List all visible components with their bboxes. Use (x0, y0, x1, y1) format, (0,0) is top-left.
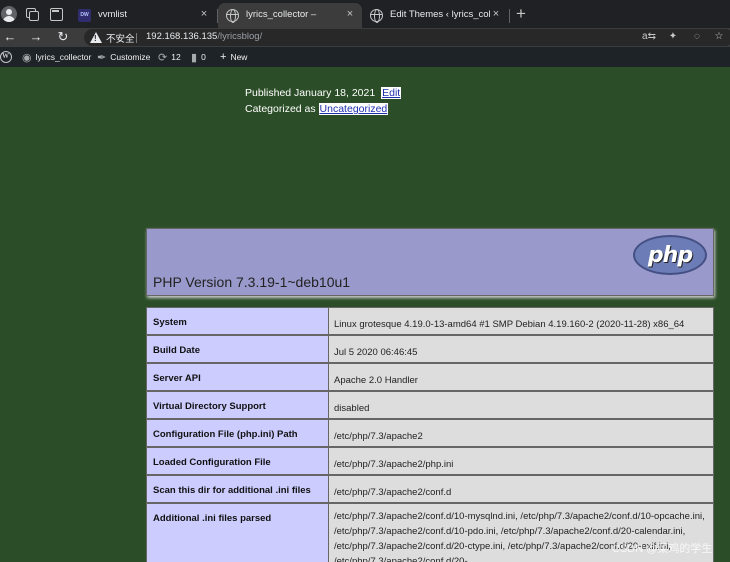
browser-toolbar: ← → ↻ 不安全 192.168.136.135/lyricsblog/ a⇆… (0, 28, 730, 47)
row-label: Additional .ini files parsed (146, 503, 329, 562)
url-text[interactable]: 192.168.136.135/lyricsblog/ (146, 31, 262, 42)
php-logo[interactable]: php (633, 235, 707, 275)
published-prefix: Published (245, 87, 292, 99)
url-path: /lyricsblog/ (217, 31, 263, 42)
row-label: Loaded Configuration File (146, 447, 329, 475)
table-row: Build Date Jul 5 2020 06:46:45 (146, 335, 714, 363)
category-link[interactable]: Uncategorized (318, 103, 389, 115)
tab-divider (509, 9, 510, 23)
home-gauge-icon: ◉ (22, 51, 32, 64)
tab-lyrics-collector[interactable]: lyrics_collector – × (218, 3, 362, 28)
globe-favicon-icon (370, 9, 383, 23)
dvwa-favicon-icon (78, 9, 91, 22)
close-tab-icon[interactable]: × (344, 8, 356, 21)
extension-icon[interactable]: ✦ (666, 31, 680, 42)
row-value: disabled (329, 391, 714, 419)
row-value: /etc/php/7.3/apache2 (329, 419, 714, 447)
row-label: Scan this dir for additional .ini files (146, 475, 329, 503)
browser-tab-strip: vvmlist × lyrics_collector – × Edit Them… (0, 0, 730, 28)
php-version-title: PHP Version 7.3.19-1~deb10u1 (153, 274, 351, 290)
row-value: /etc/php/7.3/apache2/php.ini (329, 447, 714, 475)
row-label: Virtual Directory Support (146, 391, 329, 419)
post-category-line: Categorized as Uncategorized (245, 103, 389, 115)
row-value: Jul 5 2020 06:46:45 (329, 335, 714, 363)
url-host: 192.168.136.135 (146, 31, 218, 42)
reload-icon[interactable]: ↻ (55, 29, 71, 45)
new-label: New (230, 52, 248, 62)
table-row: Virtual Directory Support disabled (146, 391, 714, 419)
customize-link[interactable]: ✒ Customize (97, 47, 150, 67)
forward-arrow-icon[interactable]: → (28, 29, 44, 45)
profile-avatar-icon[interactable] (1, 6, 17, 22)
table-row: Scan this dir for additional .ini files … (146, 475, 714, 503)
edit-post-link[interactable]: Edit (381, 87, 402, 99)
categorized-prefix: Categorized as (245, 103, 316, 115)
comments-link[interactable]: ▮ 0 (191, 47, 206, 67)
published-date[interactable]: January 18, 2021 (294, 87, 375, 99)
tab-actions-icon[interactable] (48, 6, 64, 22)
row-value: Linux grotesque 4.19.0-13-amd64 #1 SMP D… (329, 307, 714, 335)
plus-icon: + (220, 51, 227, 63)
wordpress-logo-icon[interactable] (0, 47, 12, 67)
zoom-icon[interactable]: ◌ (690, 31, 704, 42)
row-label: Server API (146, 363, 329, 391)
paintbrush-icon: ✒ (97, 51, 107, 64)
tab-title: Edit Themes ‹ lyrics_collector — V (390, 9, 490, 20)
security-status-label[interactable]: 不安全 (106, 31, 135, 45)
row-value: /etc/php/7.3/apache2/conf.d (329, 475, 714, 503)
table-row: System Linux grotesque 4.19.0-13-amd64 #… (146, 307, 714, 335)
wp-admin-bar: ◉ lyrics_collector ✒ Customize ⟳ 12 ▮ 0 … (0, 47, 730, 67)
table-row: Server API Apache 2.0 Handler (146, 363, 714, 391)
csdn-watermark: CSDN @菜鸡的学生 (612, 543, 713, 555)
row-label: Configuration File (php.ini) Path (146, 419, 329, 447)
globe-favicon-icon (226, 9, 239, 23)
close-tab-icon[interactable]: × (490, 8, 502, 21)
post-published-line: Published January 18, 2021 Edit (245, 87, 402, 99)
new-tab-button[interactable]: + (511, 4, 531, 24)
address-bar[interactable]: 不安全 192.168.136.135/lyricsblog/ a⇆ ✦ ◌ ☆ (84, 29, 730, 46)
comment-bubble-icon: ▮ (191, 51, 198, 64)
workspaces-icon[interactable] (24, 6, 40, 22)
row-label: Build Date (146, 335, 329, 363)
not-secure-warning-icon[interactable] (90, 32, 102, 43)
row-label: System (146, 307, 329, 335)
tab-title: lyrics_collector – (246, 9, 317, 20)
new-content-link[interactable]: + New (220, 47, 247, 67)
php-version-header: php PHP Version 7.3.19-1~deb10u1 (146, 228, 714, 296)
updates-refresh-icon: ⟳ (158, 51, 168, 64)
read-aloud-icon[interactable]: a⇆ (642, 31, 656, 42)
tab-title: vvmlist (98, 9, 128, 20)
table-row: Loaded Configuration File /etc/php/7.3/a… (146, 447, 714, 475)
customize-label: Customize (110, 52, 151, 62)
back-arrow-icon[interactable]: ← (2, 29, 18, 45)
updates-count: 12 (171, 52, 181, 62)
site-name-label: lyrics_collector (35, 52, 92, 62)
url-divider (136, 33, 137, 43)
tab-vvmlist[interactable]: vvmlist × (70, 3, 216, 28)
comments-count: 0 (201, 52, 206, 62)
favorite-star-icon[interactable]: ☆ (712, 31, 726, 42)
close-tab-icon[interactable]: × (198, 8, 210, 21)
site-name-link[interactable]: ◉ lyrics_collector (22, 47, 91, 67)
updates-link[interactable]: ⟳ 12 (158, 47, 181, 67)
table-row: Configuration File (php.ini) Path /etc/p… (146, 419, 714, 447)
row-value: Apache 2.0 Handler (329, 363, 714, 391)
tab-edit-themes[interactable]: Edit Themes ‹ lyrics_collector — V × (362, 3, 508, 28)
